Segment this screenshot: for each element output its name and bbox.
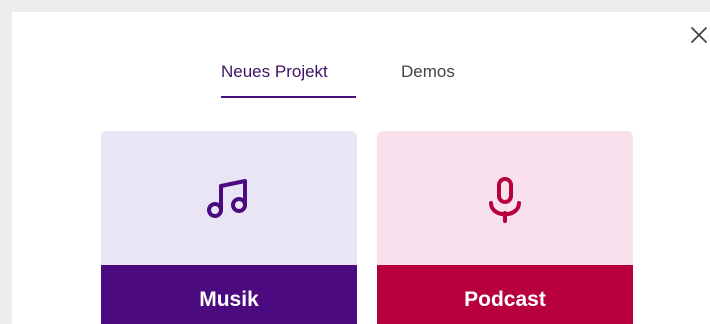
music-card-label: Musik [101,265,357,324]
new-project-dialog: Neues Projekt Demos Musik Podcast [12,12,710,324]
microphone-icon [489,177,521,223]
close-icon[interactable] [688,24,710,46]
tab-new-project[interactable]: Neues Projekt [221,62,328,82]
podcast-card-header [377,131,633,265]
podcast-project-card[interactable]: Podcast [377,131,633,324]
project-tabs: Neues Projekt Demos [12,62,710,102]
tab-demos[interactable]: Demos [401,62,455,82]
active-tab-indicator [221,96,356,98]
music-project-card[interactable]: Musik [101,131,357,324]
music-note-icon [207,179,247,218]
podcast-card-label: Podcast [377,265,633,324]
music-card-header [101,131,357,265]
